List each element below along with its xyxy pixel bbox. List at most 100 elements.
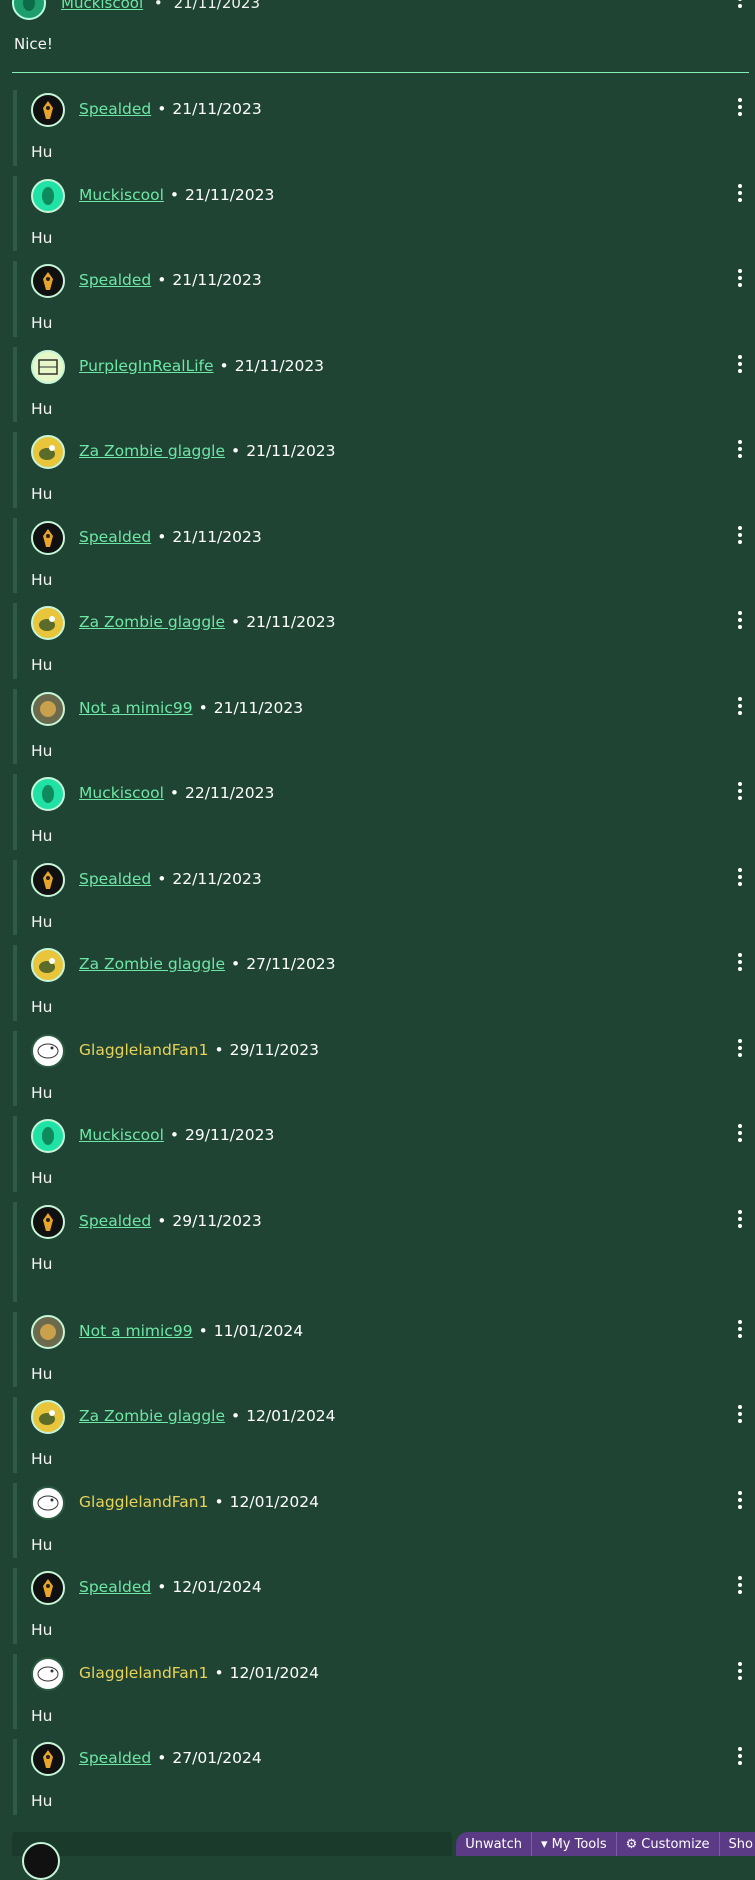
author-link[interactable]: Spealded	[79, 271, 151, 289]
fan-avatar[interactable]	[31, 1485, 65, 1520]
more-options-icon[interactable]	[737, 953, 743, 971]
author-link[interactable]: Za Zombie glaggle	[79, 613, 225, 631]
comment-body: Hu	[31, 1083, 53, 1102]
comment-meta: Not a mimic99 • 11/01/2024	[79, 1322, 303, 1340]
comment-body: Hu	[31, 741, 53, 760]
next-comment-avatar[interactable]	[22, 1842, 60, 1880]
comment-date: 21/11/2023	[172, 100, 262, 118]
meta-separator: •	[214, 1040, 224, 1059]
more-options-icon[interactable]	[737, 269, 743, 287]
muckiscool-avatar[interactable]	[31, 178, 65, 213]
author-link[interactable]: Spealded	[79, 1578, 151, 1596]
comment-meta: Spealded • 27/01/2024	[79, 1749, 262, 1767]
author-link[interactable]: Muckiscool	[79, 186, 164, 204]
comment-meta: Spealded • 12/01/2024	[79, 1578, 262, 1596]
reply-comment: Za Zombie glaggle • 21/11/2023 Hu	[0, 597, 755, 683]
more-options-icon[interactable]	[737, 1209, 743, 1228]
author-link[interactable]: Not a mimic99	[79, 699, 193, 717]
author-link[interactable]: Muckiscool	[61, 0, 143, 12]
fan-avatar[interactable]	[31, 1033, 65, 1068]
more-options-icon[interactable]	[737, 782, 743, 800]
more-options-icon[interactable]	[737, 354, 743, 373]
comment-meta: Muckiscool • 21/11/2023	[61, 0, 260, 12]
comment-body: Hu	[31, 1621, 53, 1639]
customize-button[interactable]: ⚙ Customize	[617, 1832, 720, 1856]
more-options-icon[interactable]	[737, 1576, 743, 1594]
author-link[interactable]: PurplegInRealLife	[79, 357, 214, 375]
author-link[interactable]: Spealded	[79, 1749, 151, 1767]
meta-separator: •	[157, 1211, 167, 1230]
more-options-icon[interactable]	[737, 867, 743, 886]
mimic-avatar[interactable]	[31, 1314, 65, 1349]
author-link[interactable]: Muckiscool	[79, 784, 164, 802]
spealded-avatar[interactable]	[31, 1742, 65, 1776]
spealded-avatar[interactable]	[31, 1571, 65, 1605]
more-options-icon[interactable]	[737, 525, 743, 544]
reply-comment: PurplegInRealLife • 21/11/2023 Hu	[0, 341, 755, 427]
purpleg-avatar[interactable]	[31, 349, 65, 384]
spealded-avatar[interactable]	[31, 862, 65, 897]
more-options-icon[interactable]	[737, 1747, 743, 1765]
reply-comment: Spealded • 21/11/2023 Hu	[0, 84, 755, 170]
show-button[interactable]: Sho	[720, 1832, 755, 1856]
comment-date: 11/01/2024	[213, 1321, 304, 1340]
zombie-avatar[interactable]	[31, 435, 65, 469]
comment-meta: Spealded • 22/11/2023	[79, 870, 262, 888]
author-name[interactable]: GlagglelandFan1	[79, 1493, 208, 1511]
author-link[interactable]: Muckiscool	[79, 1126, 164, 1144]
zombie-avatar[interactable]	[31, 1400, 65, 1434]
author-link[interactable]: Za Zombie glaggle	[79, 1407, 225, 1425]
author-link[interactable]: Za Zombie glaggle	[79, 442, 225, 460]
author-link[interactable]: Spealded	[79, 1212, 151, 1230]
comment-date: 21/11/2023	[246, 442, 336, 460]
more-options-icon[interactable]	[737, 98, 743, 116]
meta-separator: •	[198, 1321, 208, 1340]
muckiscool-avatar[interactable]	[12, 0, 46, 20]
spealded-avatar[interactable]	[31, 264, 65, 298]
comment-meta: GlagglelandFan1 • 12/01/2024	[79, 1664, 319, 1682]
unwatch-button[interactable]: Unwatch	[456, 1832, 533, 1856]
more-options-icon[interactable]	[737, 1405, 743, 1423]
more-options-icon[interactable]	[737, 183, 743, 202]
muckiscool-avatar[interactable]	[31, 777, 65, 811]
comment-meta: GlagglelandFan1 • 29/11/2023	[79, 1041, 319, 1059]
meta-separator: •	[157, 1578, 167, 1596]
author-link[interactable]: Spealded	[79, 528, 151, 546]
muckiscool-avatar[interactable]	[31, 1119, 65, 1153]
comment-body: Nice!	[14, 35, 53, 53]
zombie-avatar[interactable]	[31, 948, 65, 982]
fan-avatar[interactable]	[31, 1656, 65, 1691]
meta-separator: •	[214, 1663, 224, 1682]
author-name[interactable]: GlagglelandFan1	[79, 1664, 208, 1682]
customize-label: Customize	[641, 1836, 710, 1852]
comment-meta: Za Zombie glaggle • 21/11/2023	[79, 613, 336, 631]
reply-comment: Muckiscool • 29/11/2023 Hu	[0, 1110, 755, 1196]
more-options-icon[interactable]	[737, 1490, 743, 1509]
reply-comment: GlagglelandFan1 • 12/01/2024 Hu	[0, 1477, 755, 1563]
more-options-icon[interactable]	[737, 611, 743, 629]
comment-body: Hu	[31, 1706, 53, 1725]
thread-line	[13, 90, 17, 166]
spealded-avatar[interactable]	[31, 93, 65, 127]
more-options-icon[interactable]	[737, 1124, 743, 1142]
more-options-icon[interactable]	[737, 1661, 743, 1680]
zombie-avatar[interactable]	[31, 606, 65, 640]
author-name[interactable]: GlagglelandFan1	[79, 1041, 208, 1059]
mimic-avatar[interactable]	[31, 691, 65, 726]
author-link[interactable]: Not a mimic99	[79, 1322, 193, 1340]
author-link[interactable]: Za Zombie glaggle	[79, 955, 225, 973]
spealded-avatar[interactable]	[31, 1204, 65, 1239]
comment-date: 21/11/2023	[246, 613, 336, 631]
author-link[interactable]: Spealded	[79, 100, 151, 118]
more-options-icon[interactable]	[737, 1319, 743, 1338]
comment-date: 27/11/2023	[246, 955, 336, 973]
spealded-avatar[interactable]	[31, 520, 65, 555]
my-tools-button[interactable]: ▾ My Tools	[532, 1832, 617, 1856]
comment-meta: Not a mimic99 • 21/11/2023	[79, 699, 303, 717]
more-options-icon[interactable]	[737, 696, 743, 715]
more-options-icon[interactable]	[737, 0, 743, 8]
more-options-icon[interactable]	[737, 440, 743, 458]
more-options-icon[interactable]	[737, 1038, 743, 1057]
author-link[interactable]: Spealded	[79, 870, 151, 888]
thread-line	[13, 1397, 17, 1473]
